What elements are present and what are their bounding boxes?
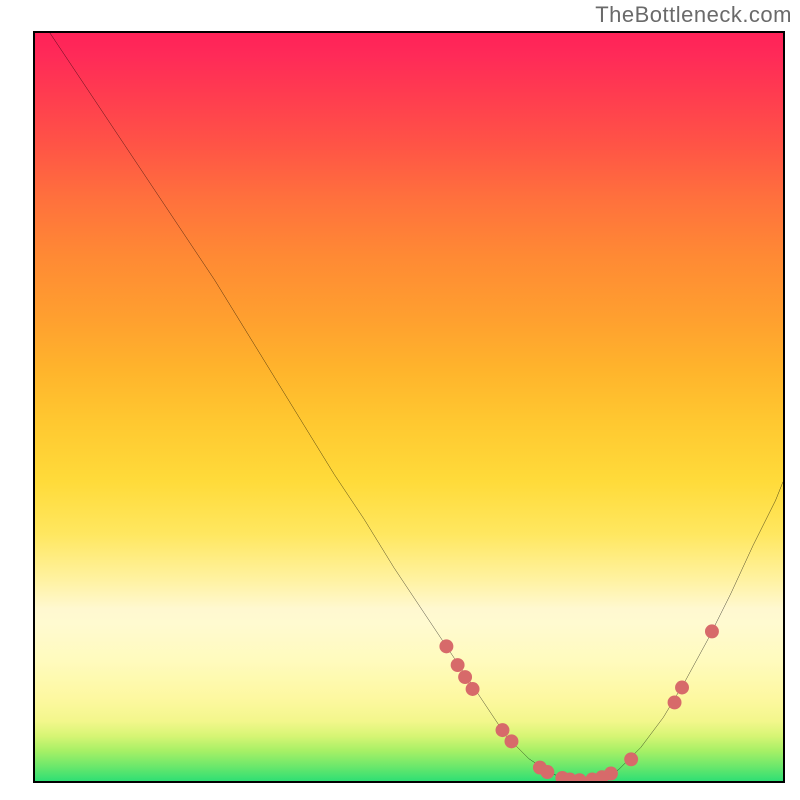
marker-dot (496, 723, 510, 737)
plot-area (33, 31, 785, 783)
marker-dot (466, 682, 480, 696)
curve-svg (35, 33, 783, 781)
markers-group (439, 624, 718, 781)
marker-dot (573, 773, 587, 781)
marker-dot (668, 695, 682, 709)
marker-dot (451, 658, 465, 672)
marker-dot (675, 681, 689, 695)
marker-dot (604, 767, 618, 781)
marker-dot (439, 639, 453, 653)
marker-dot (458, 670, 472, 684)
marker-dot (505, 734, 519, 748)
attribution-text: TheBottleneck.com (595, 2, 792, 28)
marker-dot (705, 624, 719, 638)
chart-container: TheBottleneck.com (0, 0, 800, 800)
marker-dot (540, 765, 554, 779)
marker-dot (624, 752, 638, 766)
bottleneck-curve-path (50, 33, 783, 781)
